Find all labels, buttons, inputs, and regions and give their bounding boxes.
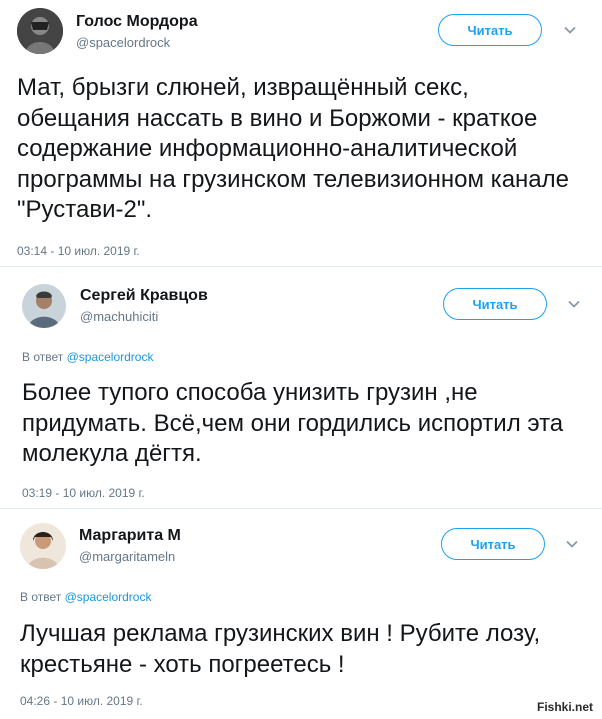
user-handle[interactable]: @spacelordrock (76, 35, 170, 50)
avatar[interactable] (22, 284, 66, 328)
divider (0, 266, 602, 267)
avatar-image (20, 523, 66, 569)
reply-to-link[interactable]: @spacelordrock (67, 350, 154, 364)
user-handle[interactable]: @margaritameln (79, 549, 175, 564)
timestamp[interactable]: 03:19 - 10 июл. 2019 г. (22, 486, 145, 500)
follow-button[interactable]: Читать (438, 14, 542, 46)
tweet-text: Мат, брызги слюней, извращённый секс, об… (17, 74, 569, 223)
display-name[interactable]: Голос Мордора (76, 13, 198, 31)
reply-to-label: В ответ (22, 350, 67, 364)
divider (0, 508, 602, 509)
watermark: Fishki.net (533, 699, 596, 715)
timestamp[interactable]: 04:26 - 10 июл. 2019 г. (20, 694, 143, 708)
display-name[interactable]: Сергей Кравцов (80, 287, 208, 305)
avatar-image (22, 284, 66, 328)
tweet-text: Лучшая реклама грузинских вин ! Рубите л… (20, 620, 541, 678)
follow-button[interactable]: Читать (443, 288, 547, 320)
tweet-text: Более тупого способа унизить грузин ,не … (22, 379, 564, 467)
chevron-down-icon[interactable] (564, 536, 580, 552)
follow-button[interactable]: Читать (441, 528, 545, 560)
reply-to-label: В ответ (20, 590, 65, 604)
chevron-down-icon[interactable] (566, 296, 582, 312)
chevron-down-icon[interactable] (562, 22, 578, 38)
reply-to: В ответ @spacelordrock (20, 590, 151, 604)
avatar[interactable] (20, 523, 66, 569)
timestamp[interactable]: 03:14 - 10 июл. 2019 г. (17, 244, 140, 258)
display-name[interactable]: Маргарита М (79, 527, 181, 545)
avatar-image (17, 8, 63, 54)
reply-to-link[interactable]: @spacelordrock (65, 590, 152, 604)
user-handle[interactable]: @machuhiciti (80, 309, 158, 324)
reply-to: В ответ @spacelordrock (22, 350, 153, 364)
avatar[interactable] (17, 8, 63, 54)
